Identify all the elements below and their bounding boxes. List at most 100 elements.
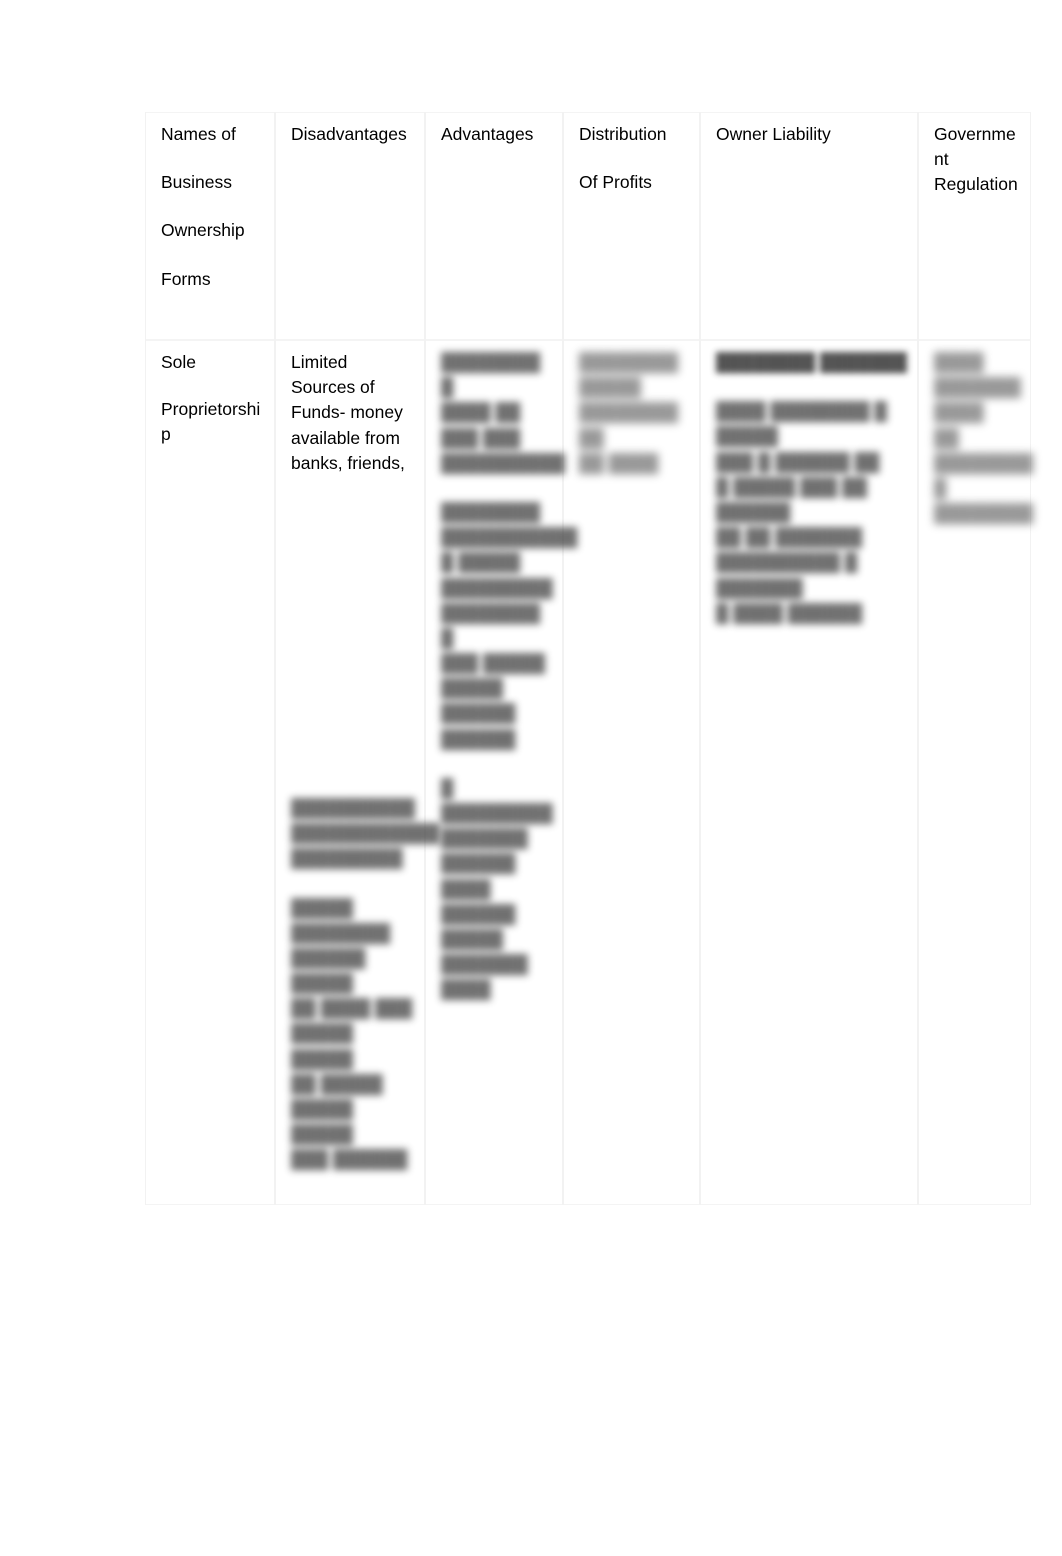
redacted-line: █████ █████ — [291, 1099, 353, 1145]
document-page: Names of Business Ownership Forms Disadv… — [0, 0, 1062, 1556]
column-header-names-of-business-ownership-forms: Names of Business Ownership Forms — [145, 112, 275, 340]
header-line: Governme — [934, 124, 1016, 144]
redacted-line: █████ █████ — [291, 1023, 353, 1069]
redacted-line: █ ████████ — [934, 477, 1034, 524]
redacted-text-block: ██████████ ████████████ █████████ █████ … — [291, 796, 440, 1173]
header-line: Ownership — [161, 220, 245, 241]
redacted-line: █ █████ ███ ██ ██████ — [716, 476, 867, 522]
redacted-line: ███████████ — [441, 527, 578, 548]
header-line: Regulation — [934, 173, 1018, 194]
business-ownership-comparison-table: Names of Business Ownership Forms Disadv… — [145, 112, 1034, 1205]
cell-distribution-of-profits: ████████ █████ ████████ ██ ██ ████ — [563, 340, 700, 1205]
redacted-paragraph: ████████ █████ ████████ ██ ██ ████ — [579, 350, 689, 476]
redacted-paragraph: ████ ███████ ████ ██ ████████ █ ████████ — [934, 350, 1034, 526]
redacted-line: ██████████ — [441, 452, 565, 473]
redacted-line: ████████ ██ — [579, 402, 679, 448]
redacted-line: █ ████ ██████ — [716, 602, 863, 623]
cell-text-line: available from — [291, 427, 400, 448]
redacted-line: █████████ — [441, 577, 553, 598]
header-line: Business — [161, 172, 233, 193]
cell-text-line: Limited — [291, 352, 348, 372]
redacted-paragraph: ████████ ███████ — [716, 350, 907, 375]
redacted-line: █████ — [291, 897, 353, 918]
redacted-line: ██ ████ — [579, 452, 659, 473]
redacted-line: ███████ — [934, 377, 1021, 398]
redacted-text-block: ████████ █████ ████████ ██ ██ ████ — [579, 350, 689, 476]
redacted-line: ████████ █ — [441, 352, 541, 398]
redacted-paragraph: █████ ████████ ██████ █████ ██ ████ ███ … — [291, 896, 414, 1173]
redacted-line: ████ — [934, 402, 984, 423]
header-line: Forms — [161, 268, 211, 289]
redacted-line: ██████████ █ ███████ — [716, 552, 858, 598]
redacted-paragraph: █ █████████ ███████ ██████ ████ ██████ █… — [441, 776, 553, 1003]
cell-ownership-form-name: Sole Proprietorshi p — [145, 340, 275, 1205]
redacted-line: ████ — [934, 352, 984, 372]
redacted-text-block: ████ ███████ ████ ██ ████████ █ ████████ — [934, 350, 1034, 526]
column-header-distribution-of-profits: Distribution Of Profits — [563, 112, 700, 340]
redacted-paragraph: ████ ████████ █ █████ ███ █ ██████ ██ █ … — [716, 399, 907, 626]
redacted-line: █████ ██████ — [441, 678, 516, 724]
redacted-line: █████ — [579, 377, 641, 398]
table-body: Sole Proprietorshi p Limited Sources of … — [145, 340, 1034, 1205]
redacted-line: ███ ███ — [441, 427, 521, 448]
column-header-disadvantages: Disadvantages — [275, 112, 425, 340]
cell-owner-liability: ████████ ███████ ████ ████████ █ █████ █… — [700, 340, 918, 1205]
redacted-line: ██████████ — [291, 797, 415, 818]
header-line: Disadvantages — [291, 124, 407, 144]
redacted-line: █████ ███████ — [441, 928, 528, 975]
table-row: Sole Proprietorshi p Limited Sources of … — [145, 340, 1034, 1205]
redacted-line: ██ ████ ███ — [291, 998, 413, 1019]
redacted-line: ███ ██████ — [291, 1149, 408, 1170]
header-line: Owner Liability — [716, 124, 831, 144]
redacted-heading-block: ████████ ███████ — [716, 350, 907, 375]
header-line: Names of — [161, 124, 236, 144]
redacted-text-block: ████████ █ ████ ██ ███ ███ ██████████ ██… — [441, 350, 578, 1003]
redacted-line: ███ █ ██████ ██ — [716, 451, 880, 472]
table-header: Names of Business Ownership Forms Disadv… — [145, 112, 1031, 340]
column-header-owner-liability: Owner Liability — [700, 112, 918, 340]
redacted-line: ██ █████ — [291, 1073, 383, 1094]
redacted-line: █ █████████ — [441, 777, 553, 823]
redacted-line: ██████ █████ — [291, 947, 366, 994]
header-line: Of Profits — [579, 172, 652, 193]
redacted-line: █ █████ — [441, 552, 521, 573]
redacted-line: ████████ — [441, 501, 541, 522]
cell-text-line: Proprietorshi — [161, 399, 261, 420]
redacted-line: ██████ ████ — [441, 853, 516, 899]
redacted-line: ██████ — [441, 903, 516, 924]
redacted-line: ███████ — [441, 828, 528, 849]
cell-text-line: banks, friends, — [291, 452, 405, 473]
redacted-line: ███ █████ — [441, 653, 546, 674]
redacted-line: ████ ██ — [441, 402, 521, 423]
header-line: nt — [934, 148, 949, 169]
redacted-line: ████ — [441, 979, 491, 1000]
cell-text-line: Funds- money — [291, 402, 403, 423]
redacted-paragraph: ██████████ ████████████ █████████ — [291, 796, 440, 872]
header-line: Advantages — [441, 124, 534, 144]
cell-government-regulation: ████ ███████ ████ ██ ████████ █ ████████ — [918, 340, 1034, 1205]
redacted-paragraph: ████████ ███████████ █ █████ █████████ █… — [441, 500, 578, 752]
redacted-line: ████████ — [579, 352, 679, 372]
table-header-row: Names of Business Ownership Forms Disadv… — [145, 112, 1031, 340]
redacted-line: ████ ████████ █ █████ — [716, 401, 887, 447]
redacted-line: █████████ — [291, 848, 403, 869]
redacted-line: ████████████ — [291, 823, 440, 844]
cell-disadvantages: Limited Sources of Funds- money availabl… — [275, 340, 440, 1205]
redacted-line: ██ ██ ███████ — [716, 527, 863, 548]
redacted-paragraph: ████████ █ ████ ██ ███ ███ ██████████ — [441, 350, 565, 476]
redacted-line: ██ ████████ — [934, 427, 1034, 473]
redacted-line: ████████ — [291, 922, 391, 943]
column-header-government-regulation: Governme nt Regulation — [918, 112, 1031, 340]
cell-advantages: ████████ █ ████ ██ ███ ███ ██████████ ██… — [425, 340, 578, 1205]
cell-paragraph: Limited Sources of Funds- money availabl… — [291, 350, 414, 476]
cell-text-line: Sole — [161, 352, 197, 372]
cell-text-line: p — [161, 424, 171, 445]
redacted-text-block: ████ ████████ █ █████ ███ █ ██████ ██ █ … — [716, 399, 907, 626]
cell-text-line: Sources of — [291, 377, 375, 398]
